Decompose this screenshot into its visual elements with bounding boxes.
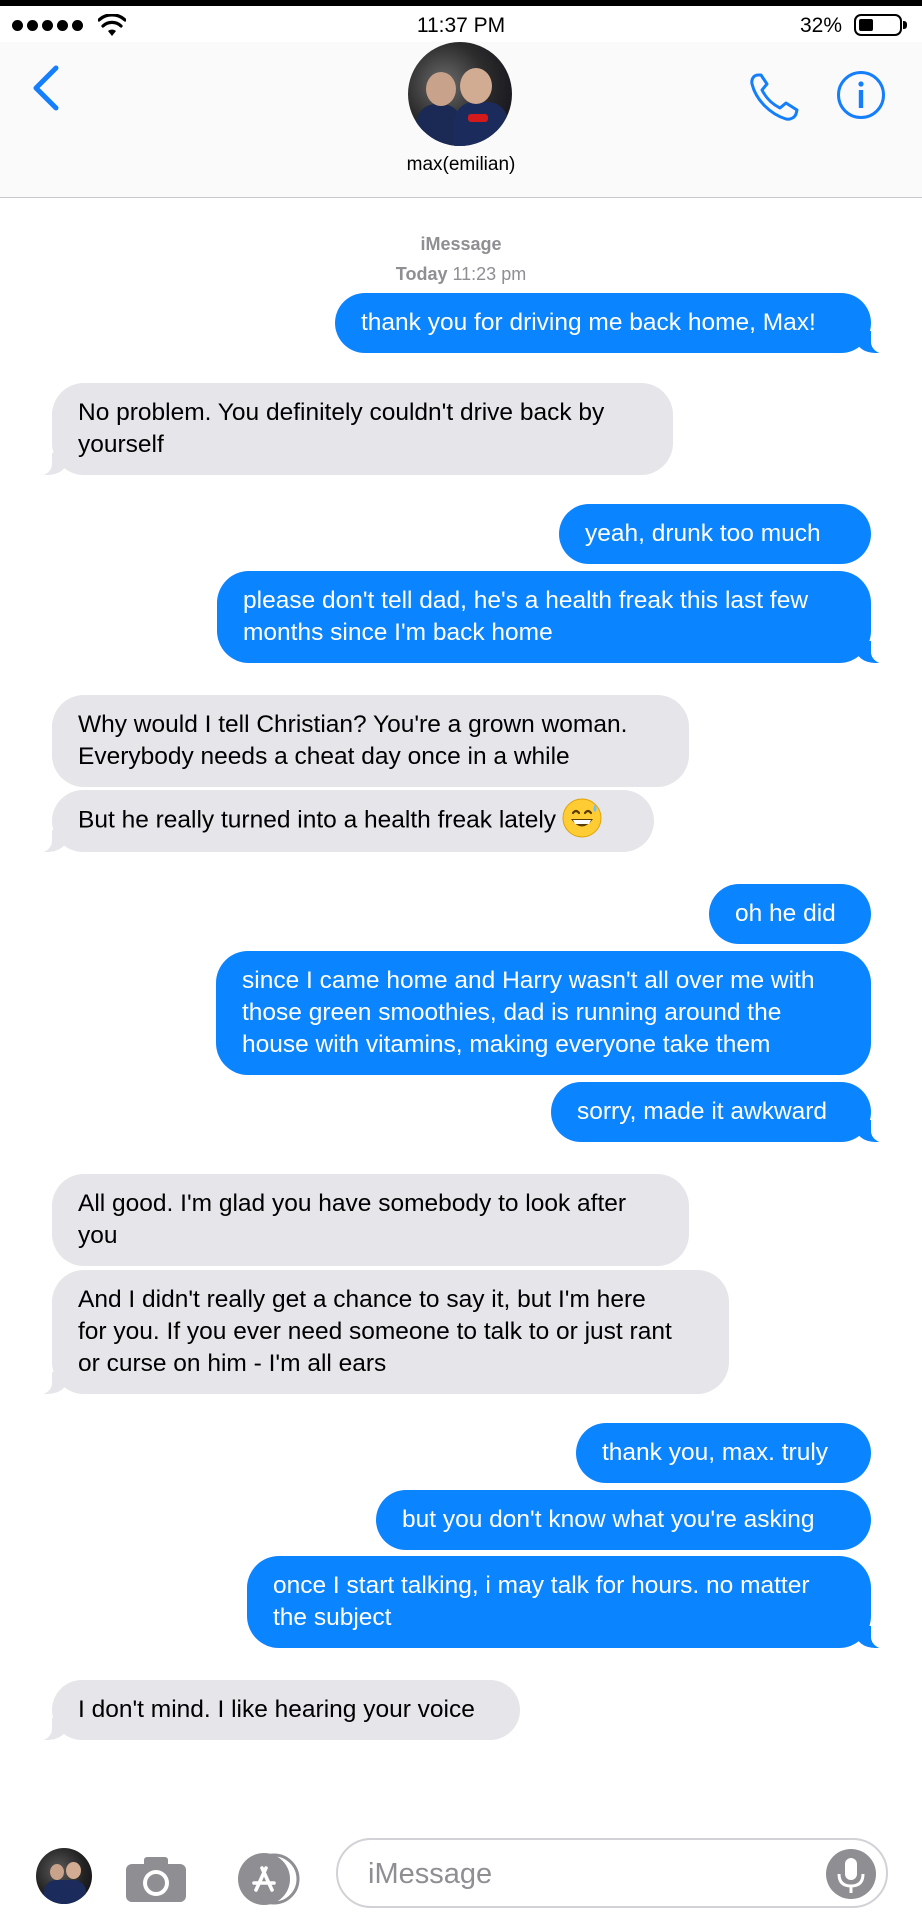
thread-timestamp: Today 11:23 pm [0, 264, 922, 285]
conversation-header: max(emilian) [0, 42, 922, 198]
battery-percentage: 32% [799, 14, 842, 37]
outgoing-message-bubble[interactable]: oh he did [709, 884, 871, 944]
outgoing-message-bubble[interactable]: since I came home and Harry wasn't all o… [216, 951, 871, 1075]
incoming-message-bubble[interactable]: But he really turned into a health freak… [26, 790, 654, 853]
incoming-message-bubble[interactable]: And I didn't really get a chance to say … [26, 1270, 729, 1395]
memoji-avatar-button[interactable] [36, 1848, 92, 1904]
message-input-bar: iMessage [0, 1818, 922, 1920]
message-text: yeah, drunk too much [585, 520, 821, 547]
camera-icon[interactable] [124, 1854, 188, 1904]
message-text: I don't mind. I like hearing your voice [78, 1696, 475, 1723]
timestamp-time: 11:23 pm [452, 264, 527, 284]
message-text-line: And I didn't really get a chance to say … [78, 1286, 646, 1313]
contact-name[interactable]: max(emilian) [0, 154, 922, 176]
status-time: 11:37 PM [416, 14, 506, 37]
incoming-message-bubble[interactable]: I don't mind. I like hearing your voice [26, 1680, 520, 1741]
back-chevron-icon[interactable] [28, 62, 64, 114]
message-text-line: yourself [78, 431, 164, 458]
message-text-line: Everybody needs a cheat day once in a wh… [78, 743, 570, 770]
outgoing-message-bubble[interactable]: thank you for driving me back home, Max! [335, 293, 897, 354]
message-text-line: the subject [273, 1604, 392, 1631]
message-text: But he really turned into a health freak… [78, 806, 557, 834]
message-text-line: No problem. You definitely couldn't driv… [78, 399, 605, 426]
battery-icon [854, 14, 907, 36]
message-input-placeholder: iMessage [368, 1858, 493, 1890]
incoming-message-bubble[interactable]: Why would I tell Christian? You're a gro… [52, 695, 689, 787]
contact-avatar[interactable] [408, 42, 512, 146]
message-text-line: those green smoothies, dad is running ar… [242, 999, 782, 1026]
service-label: iMessage [420, 234, 502, 254]
status-bar: 11:37 PM 32% [0, 6, 922, 42]
message-text-line: Why would I tell Christian? You're a gro… [78, 711, 628, 738]
timestamp-day: Today [395, 264, 448, 284]
message-text-line: for you. If you ever need someone to tal… [78, 1318, 672, 1345]
microphone-icon[interactable] [826, 1849, 876, 1899]
phone-call-icon[interactable] [746, 70, 802, 124]
message-text-line: since I came home and Harry wasn't all o… [242, 967, 815, 994]
outgoing-message-bubble[interactable]: once I start talking, i may talk for hou… [247, 1556, 897, 1649]
message-text-line: months since I'm back home [243, 619, 553, 646]
incoming-message-bubble[interactable]: No problem. You definitely couldn't driv… [26, 383, 673, 476]
incoming-message-bubble[interactable]: All good. I'm glad you have somebody to … [52, 1174, 689, 1266]
message-text: but you don't know what you're asking [402, 1506, 815, 1533]
message-text: thank you for driving me back home, Max! [361, 309, 816, 336]
outgoing-message-bubble[interactable]: please don't tell dad, he's a health fre… [217, 571, 897, 664]
outgoing-message-bubble[interactable]: sorry, made it awkward [551, 1082, 897, 1143]
outgoing-message-bubble[interactable]: but you don't know what you're asking [376, 1490, 871, 1550]
message-text-line: you [78, 1222, 118, 1249]
message-input-field[interactable]: iMessage [336, 1838, 888, 1908]
app-store-icon[interactable] [230, 1852, 304, 1906]
message-text: sorry, made it awkward [577, 1098, 828, 1125]
message-text-line: please don't tell dad, he's a health fre… [243, 587, 809, 614]
outgoing-message-bubble[interactable]: thank you, max. truly [576, 1423, 871, 1483]
grinning-sweat-emoji [562, 798, 602, 838]
message-text: thank you, max. truly [602, 1439, 829, 1466]
message-text: oh he did [735, 900, 836, 927]
info-icon[interactable] [836, 70, 886, 120]
outgoing-message-bubble[interactable]: yeah, drunk too much [559, 504, 871, 564]
message-text-line: All good. I'm glad you have somebody to … [78, 1190, 627, 1217]
message-text-line: or curse on him - I'm all ears [78, 1350, 387, 1377]
message-text-line: once I start talking, i may talk for hou… [273, 1572, 810, 1599]
message-text-line: house with vitamins, making everyone tak… [242, 1031, 771, 1058]
